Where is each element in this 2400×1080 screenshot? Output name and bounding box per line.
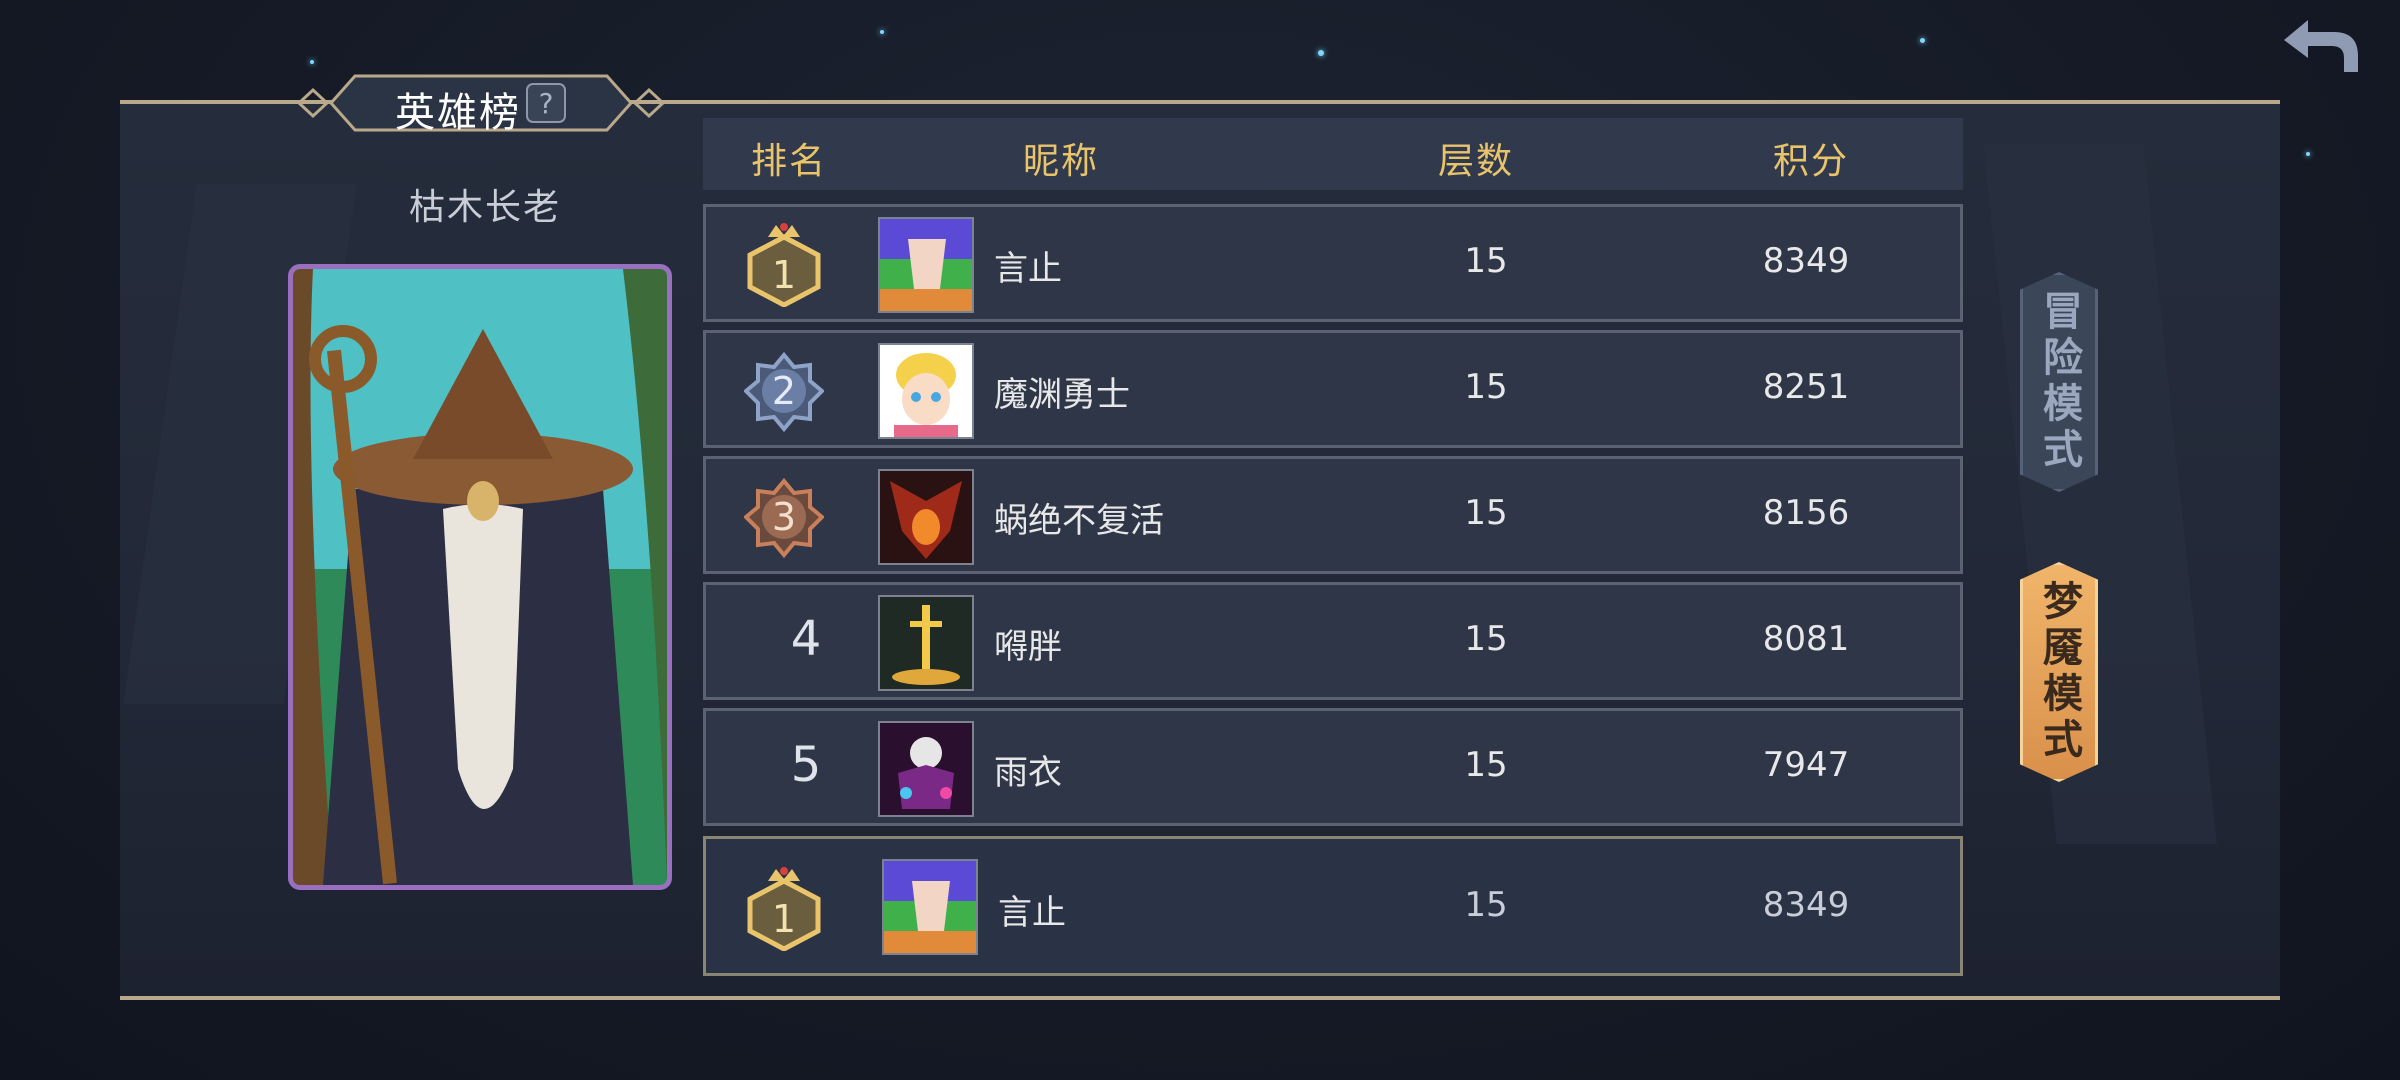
table-header: 排名 昵称 层数 积分 <box>703 118 1963 190</box>
column-header-nickname: 昵称 <box>1023 141 1100 182</box>
player-nickname: 魔渊勇士 <box>994 375 1130 415</box>
rank-number: 3 <box>771 495 797 539</box>
player-score: 8349 <box>1762 241 1850 281</box>
title-banner: 英雄榜 ? <box>295 68 667 138</box>
svg-text:?: ? <box>539 87 554 120</box>
hero-portrait[interactable] <box>288 264 672 890</box>
player-floors: 15 <box>1464 241 1508 281</box>
self-rank-row[interactable]: 1 言止 15 8349 <box>703 836 1963 976</box>
avatar <box>878 469 974 565</box>
back-arrow-icon <box>2284 20 2358 72</box>
player-score: 8081 <box>1762 619 1850 659</box>
player-score: 8251 <box>1762 367 1850 407</box>
table-row[interactable]: 4 嘚胖 15 8081 <box>703 582 1963 700</box>
avatar <box>878 343 974 439</box>
avatar <box>882 859 978 955</box>
nightmare-mode-label: 梦魇模式 <box>2036 580 2082 764</box>
adventure-mode-label: 冒险模式 <box>2036 290 2082 474</box>
help-icon[interactable]: ? <box>523 80 569 126</box>
player-score: 8156 <box>1762 493 1850 533</box>
player-floors: 15 <box>1464 745 1508 785</box>
rank-number: 4 <box>790 611 822 667</box>
gold-rank-badge-icon: 1 <box>744 865 824 952</box>
avatar <box>878 595 974 691</box>
rank-number: 1 <box>771 897 797 941</box>
nightmare-mode-button[interactable]: 梦魇模式 <box>2020 562 2098 782</box>
star-decoration <box>1920 38 1925 43</box>
avatar <box>878 721 974 817</box>
bronze-rank-badge-icon: 3 <box>743 473 825 559</box>
player-score: 7947 <box>1762 745 1850 785</box>
rank-number: 5 <box>790 737 822 793</box>
back-button[interactable] <box>2278 14 2364 76</box>
table-row[interactable]: 5 雨衣 15 7947 <box>703 708 1963 826</box>
table-row[interactable]: 1 言止 15 8349 <box>703 204 1963 322</box>
player-nickname: 蜗绝不复活 <box>994 501 1164 541</box>
table-row[interactable]: 3 蜗绝不复活 15 8156 <box>703 456 1963 574</box>
player-nickname: 嘚胖 <box>994 627 1062 667</box>
player-floors: 15 <box>1464 367 1508 407</box>
gold-rank-badge-icon: 1 <box>744 221 824 308</box>
star-decoration <box>880 30 884 34</box>
star-decoration <box>310 60 314 64</box>
star-decoration <box>1318 50 1324 56</box>
star-decoration <box>2306 152 2310 156</box>
player-nickname: 雨衣 <box>994 753 1062 793</box>
column-header-floors: 层数 <box>1438 141 1515 182</box>
rank-number: 2 <box>771 369 797 413</box>
column-header-rank: 排名 <box>751 141 828 182</box>
adventure-mode-button[interactable]: 冒险模式 <box>2020 272 2098 492</box>
player-score: 8349 <box>1762 885 1850 925</box>
hero-name: 枯木长老 <box>408 187 561 228</box>
player-floors: 15 <box>1464 493 1508 533</box>
table-row[interactable]: 2 魔渊勇士 15 8251 <box>703 330 1963 448</box>
player-nickname: 言止 <box>994 249 1062 289</box>
rank-number: 1 <box>771 253 797 297</box>
silver-rank-badge-icon: 2 <box>743 347 825 433</box>
avatar <box>878 217 974 313</box>
column-header-score: 积分 <box>1773 141 1850 182</box>
player-floors: 15 <box>1464 619 1508 659</box>
player-floors: 15 <box>1464 885 1508 925</box>
page-title: 英雄榜 <box>395 90 521 136</box>
player-nickname: 言止 <box>998 893 1066 933</box>
